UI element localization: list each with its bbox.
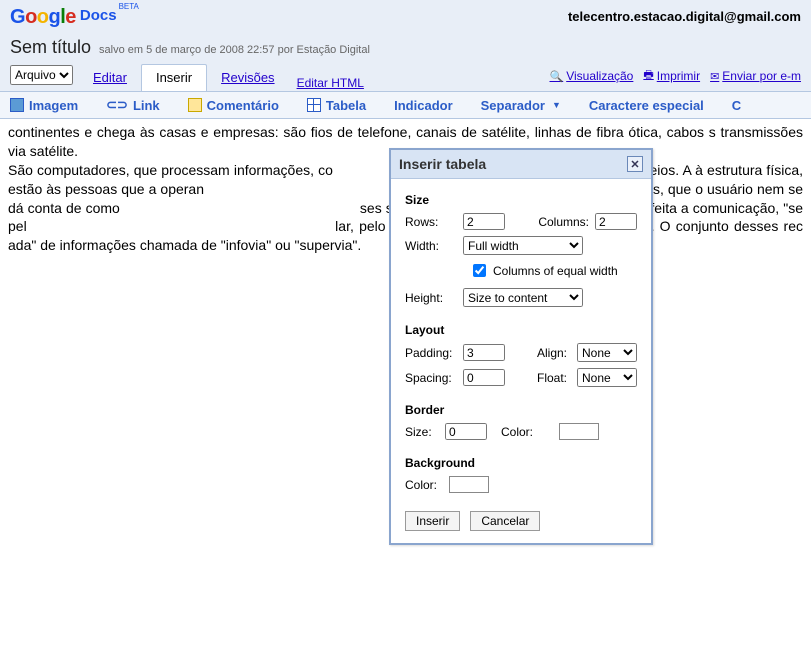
toolbar-comment[interactable]: Comentário [188, 97, 279, 113]
spacing-input[interactable] [463, 369, 505, 386]
user-email: telecentro.estacao.digital@gmail.com [568, 6, 801, 24]
height-label: Height: [405, 291, 457, 305]
border-color-picker[interactable] [559, 423, 599, 440]
toolbar-special-char[interactable]: Caractere especial [589, 97, 704, 113]
size-heading: Size [405, 193, 637, 207]
toolbar-image-label: Imagem [29, 98, 78, 113]
print-label: Imprimir [657, 69, 700, 83]
bg-color-label: Color: [405, 478, 443, 492]
link-icon: ⊂⊃ [106, 97, 128, 113]
height-select[interactable]: Size to content [463, 288, 583, 307]
cancel-button[interactable]: Cancelar [470, 511, 540, 531]
tab-revisions[interactable]: Revisões [207, 65, 288, 91]
toolbar-bookmark-label: Indicador [394, 98, 453, 113]
email-label: Enviar por e-m [722, 69, 801, 83]
bg-color-picker[interactable] [449, 476, 489, 493]
width-select[interactable]: Full width [463, 236, 583, 255]
table-icon [307, 98, 321, 112]
toolbar-image[interactable]: Imagem [10, 97, 78, 113]
border-size-input[interactable] [445, 423, 487, 440]
edit-html-link[interactable]: Editar HTML [297, 76, 364, 90]
dialog-titlebar: Inserir tabela ✕ [391, 150, 651, 179]
columns-label: Columns: [538, 215, 589, 229]
toolbar-separator-label: Separador [481, 98, 545, 113]
toolbar-link[interactable]: ⊂⊃ Link [106, 97, 160, 113]
tab-edit[interactable]: Editar [79, 65, 141, 91]
doc-title[interactable]: Sem título [10, 37, 91, 58]
rows-label: Rows: [405, 215, 457, 229]
file-menu[interactable]: Arquivo [10, 65, 73, 85]
logo: Google Docs BETA [10, 6, 139, 29]
comment-icon [188, 98, 202, 112]
email-link[interactable]: Enviar por e-m [710, 66, 801, 85]
toolbar-comment-label: Comentário [207, 98, 279, 113]
columns-input[interactable] [595, 213, 637, 230]
border-color-label: Color: [501, 425, 553, 439]
logo-docs: Docs [80, 7, 117, 24]
toolbar-special-label: Caractere especial [589, 98, 704, 113]
tab-insert[interactable]: Inserir [141, 64, 207, 91]
dialog-title: Inserir tabela [399, 156, 486, 172]
logo-beta: BETA [119, 2, 139, 11]
rows-input[interactable] [463, 213, 505, 230]
eye-icon [550, 69, 564, 83]
toolbar-c[interactable]: C [732, 97, 741, 113]
insert-button[interactable]: Inserir [405, 511, 460, 531]
toolbar-table[interactable]: Tabela [307, 97, 366, 113]
toolbar-separator[interactable]: Separador ▼ [481, 97, 561, 113]
print-link[interactable]: Imprimir [643, 66, 700, 85]
save-info: salvo em 5 de março de 2008 22:57 por Es… [99, 44, 370, 56]
toolbar-bookmark[interactable]: Indicador [394, 97, 453, 113]
preview-label: Visualização [566, 69, 633, 83]
close-icon[interactable]: ✕ [627, 156, 643, 172]
mail-icon [710, 69, 719, 83]
equal-columns-checkbox[interactable] [473, 264, 486, 277]
chevron-down-icon: ▼ [552, 100, 561, 110]
border-heading: Border [405, 403, 637, 417]
toolbar-c-label: C [732, 98, 741, 113]
equal-columns-label: Columns of equal width [493, 264, 618, 278]
app-header: Google Docs BETA telecentro.estacao.digi… [0, 0, 811, 91]
align-select[interactable]: None [577, 343, 637, 362]
width-label: Width: [405, 239, 457, 253]
insert-toolbar: Imagem ⊂⊃ Link Comentário Tabela Indicado… [0, 91, 811, 119]
preview-link[interactable]: Visualização [550, 66, 634, 85]
padding-label: Padding: [405, 346, 457, 360]
toolbar-link-label: Link [133, 98, 160, 113]
padding-input[interactable] [463, 344, 505, 361]
float-label: Float: [537, 371, 571, 385]
border-size-label: Size: [405, 425, 439, 439]
image-icon [10, 98, 24, 112]
layout-heading: Layout [405, 323, 637, 337]
print-icon [643, 66, 653, 85]
background-heading: Background [405, 456, 637, 470]
spacing-label: Spacing: [405, 371, 457, 385]
align-label: Align: [537, 346, 571, 360]
toolbar-table-label: Tabela [326, 98, 366, 113]
logo-google: Google [10, 6, 76, 29]
float-select[interactable]: None [577, 368, 637, 387]
insert-table-dialog: Inserir tabela ✕ Size Rows: Columns: Wid… [389, 148, 653, 545]
